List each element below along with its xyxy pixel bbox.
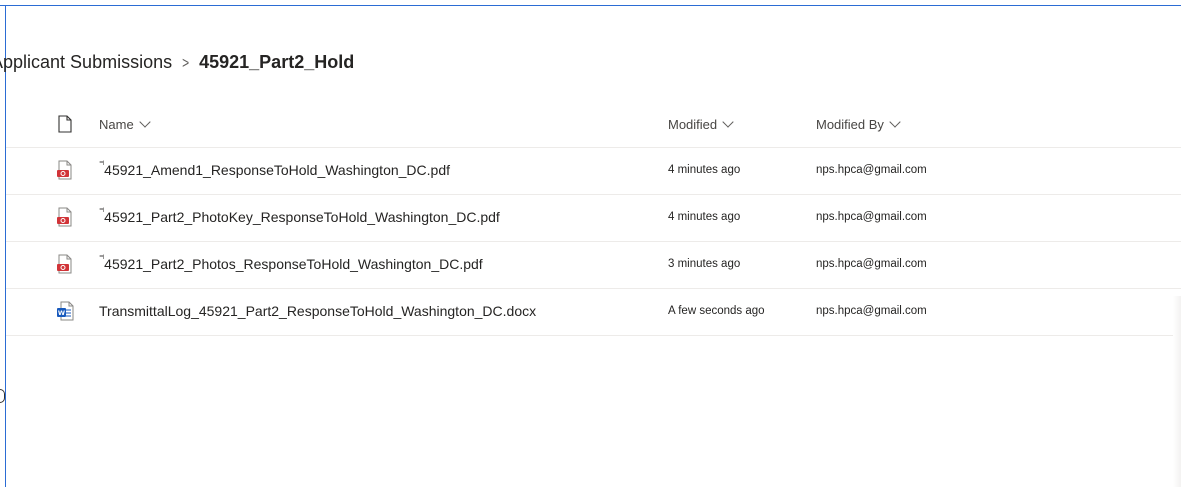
file-modified-by: nps.hpca@gmail.com: [816, 211, 927, 223]
column-header-modified-by[interactable]: Modified By: [816, 101, 901, 147]
pdf-icon: [57, 254, 72, 274]
breadcrumb-current-folder[interactable]: 45921_Part2_Hold: [199, 52, 354, 73]
file-type-cell: [54, 194, 76, 240]
file-modified: 4 minutes ago: [668, 164, 741, 176]
svg-text:W: W: [58, 309, 65, 317]
file-name-cell: ⁼ˡ 45921_Part2_Photos_ResponseToHold_Was…: [99, 241, 483, 287]
file-name-link[interactable]: TransmittalLog_45921_Part2_ResponseToHol…: [99, 303, 536, 319]
pdf-icon: [57, 160, 72, 180]
breadcrumb-separator-icon: >: [182, 53, 190, 73]
file-modified: 3 minutes ago: [668, 258, 741, 270]
file-row[interactable]: ⁼ˡ 45921_Part2_PhotoKey_ResponseToHold_W…: [6, 194, 1181, 242]
file-name-cell: ⁼ˡ 45921_Amend1_ResponseToHold_Washingto…: [99, 147, 450, 193]
column-header-modified-label: Modified: [668, 116, 718, 132]
file-modified-by: nps.hpca@gmail.com: [816, 305, 927, 317]
file-row[interactable]: W TransmittalLog_45921_Part2_ResponseToH…: [6, 288, 1181, 336]
column-header-name[interactable]: Name: [99, 101, 151, 147]
details-pane-edge: [1173, 296, 1181, 487]
file-name-link[interactable]: 45921_Part2_PhotoKey_ResponseToHold_Wash…: [104, 209, 500, 225]
file-row[interactable]: ⁼ˡ 45921_Part2_Photos_ResponseToHold_Was…: [6, 241, 1181, 289]
file-modified: A few seconds ago: [668, 305, 765, 317]
file-type-cell: [54, 147, 76, 193]
new-file-sparkle-icon: ⁼ˡ: [99, 158, 104, 169]
breadcrumb: Applicant Submissions > 45921_Part2_Hold: [0, 50, 354, 74]
word-icon: W: [57, 301, 74, 321]
column-header-type[interactable]: [54, 101, 76, 147]
chevron-down-icon: [889, 115, 901, 128]
file-type-cell: W: [54, 288, 76, 334]
file-name-cell: ⁼ˡ 45921_Part2_PhotoKey_ResponseToHold_W…: [99, 194, 500, 240]
file-name-cell: TransmittalLog_45921_Part2_ResponseToHol…: [99, 288, 536, 334]
column-header-modified[interactable]: Modified: [668, 101, 734, 147]
new-file-sparkle-icon: ⁼ˡ: [99, 205, 104, 216]
file-type-cell: [54, 241, 76, 287]
file-name-link[interactable]: 45921_Amend1_ResponseToHold_Washington_D…: [104, 162, 450, 178]
file-row[interactable]: ⁼ˡ 45921_Amend1_ResponseToHold_Washingto…: [6, 147, 1181, 195]
file-list-header: Name Modified Modified By: [6, 101, 1181, 148]
column-header-name-label: Name: [99, 116, 134, 132]
file-modified: 4 minutes ago: [668, 211, 741, 223]
file-modified-by: nps.hpca@gmail.com: [816, 164, 927, 176]
chevron-down-icon: [722, 115, 734, 128]
window-frame-top-border: [0, 5, 1181, 6]
chevron-down-icon: [139, 115, 151, 128]
file-name-link[interactable]: 45921_Part2_Photos_ResponseToHold_Washin…: [104, 256, 483, 272]
file-modified-by: nps.hpca@gmail.com: [816, 258, 927, 270]
document-icon: [58, 115, 72, 133]
column-header-modified-by-label: Modified By: [816, 116, 884, 132]
pdf-icon: [57, 207, 72, 227]
new-file-sparkle-icon: ⁼ˡ: [99, 252, 104, 263]
breadcrumb-parent-link[interactable]: Applicant Submissions: [0, 52, 172, 73]
